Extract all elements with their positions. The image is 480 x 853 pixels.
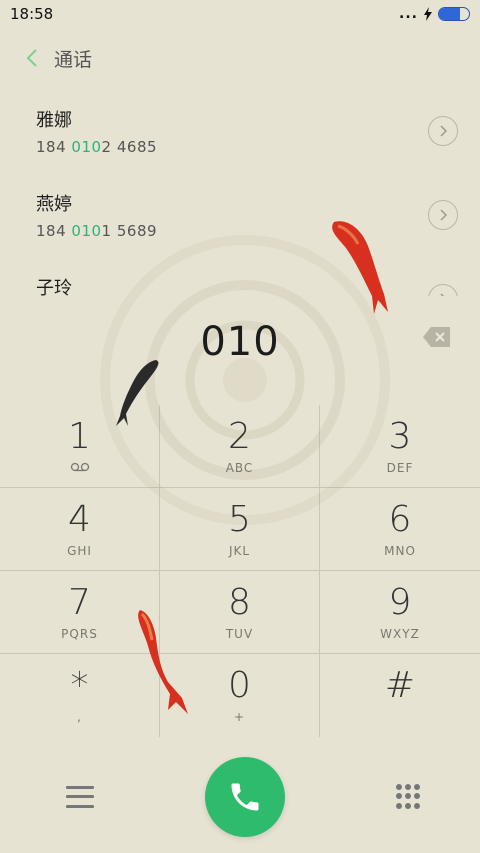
contact-number: 184 0101 5689	[36, 222, 158, 240]
key-letters: PQRS	[61, 627, 98, 641]
page-title: 通话	[54, 48, 93, 71]
key-digit: 6	[388, 499, 412, 540]
contact-name: 雅娜	[36, 110, 72, 131]
key-digit: 0	[228, 665, 251, 706]
key-2[interactable]: 2 ABC	[160, 405, 320, 488]
dial-keypad: 1 2 ABC 3 DEF 4 GHI 5 JKL 6 MNO 7 PQRS 8…	[0, 405, 480, 737]
phone-icon	[231, 783, 259, 810]
contact-detail-button[interactable]	[428, 116, 458, 146]
contact-name: 燕婷	[36, 194, 72, 215]
bolt-icon	[424, 7, 432, 21]
battery-icon	[438, 7, 470, 21]
key-letters: WXYZ	[380, 627, 420, 641]
back-button[interactable]	[18, 44, 46, 72]
key-digit: 2	[228, 416, 251, 457]
key-letters: ,	[77, 710, 82, 724]
app-header: 通话	[0, 38, 480, 78]
key-digit: 5	[228, 499, 251, 540]
key-digit: *	[70, 665, 89, 706]
key-8[interactable]: 8 TUV	[160, 571, 320, 654]
backspace-button[interactable]	[422, 326, 452, 348]
dialpad-toggle-button[interactable]	[396, 783, 420, 810]
contact-detail-button[interactable]	[428, 200, 458, 230]
menu-icon	[66, 785, 94, 789]
contact-row[interactable]: 雅娜 184 0102 4685	[0, 88, 480, 172]
number-match: 010	[71, 138, 102, 156]
contact-row[interactable]: 子玲	[0, 256, 480, 296]
key-letters: GHI	[67, 544, 92, 558]
key-5[interactable]: 5 JKL	[160, 488, 320, 571]
key-star[interactable]: * ,	[0, 654, 160, 737]
key-digit: 9	[388, 582, 412, 623]
status-icons: ...	[399, 6, 470, 22]
key-digit: 8	[228, 582, 251, 623]
contact-suggestions: 雅娜 184 0102 4685 燕婷 184 0101 5689 子玲	[0, 88, 480, 296]
bottom-bar	[0, 740, 480, 853]
status-time: 18:58	[10, 5, 54, 23]
key-letters: TUV	[225, 627, 254, 641]
chevron-right-icon	[440, 125, 447, 137]
key-digit: 7	[68, 582, 91, 623]
key-4[interactable]: 4 GHI	[0, 488, 160, 571]
number-match: 010	[71, 222, 102, 240]
dialed-number: 010	[200, 319, 280, 365]
chevron-left-icon	[26, 49, 37, 67]
contact-row[interactable]: 燕婷 184 0101 5689	[0, 172, 480, 256]
key-letters: JKL	[228, 544, 251, 558]
menu-button[interactable]	[66, 785, 94, 808]
key-9[interactable]: 9 WXYZ	[320, 571, 480, 654]
key-digit: #	[384, 665, 416, 706]
key-letters: ABC	[225, 461, 254, 475]
key-digit: 1	[68, 416, 91, 457]
voicemail-icon	[70, 461, 90, 475]
key-digit: 3	[388, 416, 412, 457]
key-letters: MNO	[384, 544, 416, 558]
key-digit: 4	[68, 499, 91, 540]
key-1[interactable]: 1	[0, 405, 160, 488]
key-6[interactable]: 6 MNO	[320, 488, 480, 571]
chevron-right-icon	[440, 293, 445, 296]
status-bar: 18:58 ...	[0, 0, 480, 28]
key-hash[interactable]: #	[320, 654, 480, 737]
key-0[interactable]: 0 +	[160, 654, 320, 737]
key-3[interactable]: 3 DEF	[320, 405, 480, 488]
call-button[interactable]	[205, 756, 285, 837]
key-letters: DEF	[386, 461, 414, 475]
key-letters: +	[233, 710, 246, 724]
key-7[interactable]: 7 PQRS	[0, 571, 160, 654]
notification-dots: ...	[399, 6, 418, 22]
contact-name: 子玲	[36, 278, 72, 296]
contact-number: 184 0102 4685	[36, 138, 158, 156]
dialpad-icon	[396, 783, 402, 790]
chevron-right-icon	[440, 209, 447, 221]
backspace-icon	[423, 327, 450, 347]
